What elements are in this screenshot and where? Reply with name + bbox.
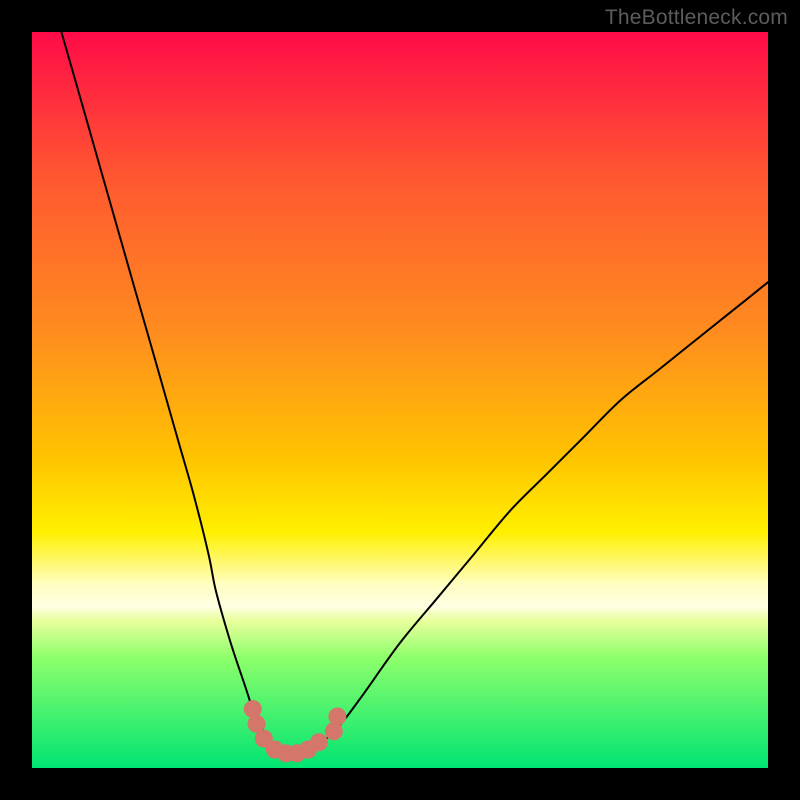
chart-frame: TheBottleneck.com [0,0,800,800]
link-marker [328,708,346,726]
chart-svg [32,32,768,768]
link-markers-group [244,700,347,762]
watermark-text: TheBottleneck.com [605,6,788,30]
link-marker [310,733,328,751]
bottleneck-curve-path [61,32,768,754]
